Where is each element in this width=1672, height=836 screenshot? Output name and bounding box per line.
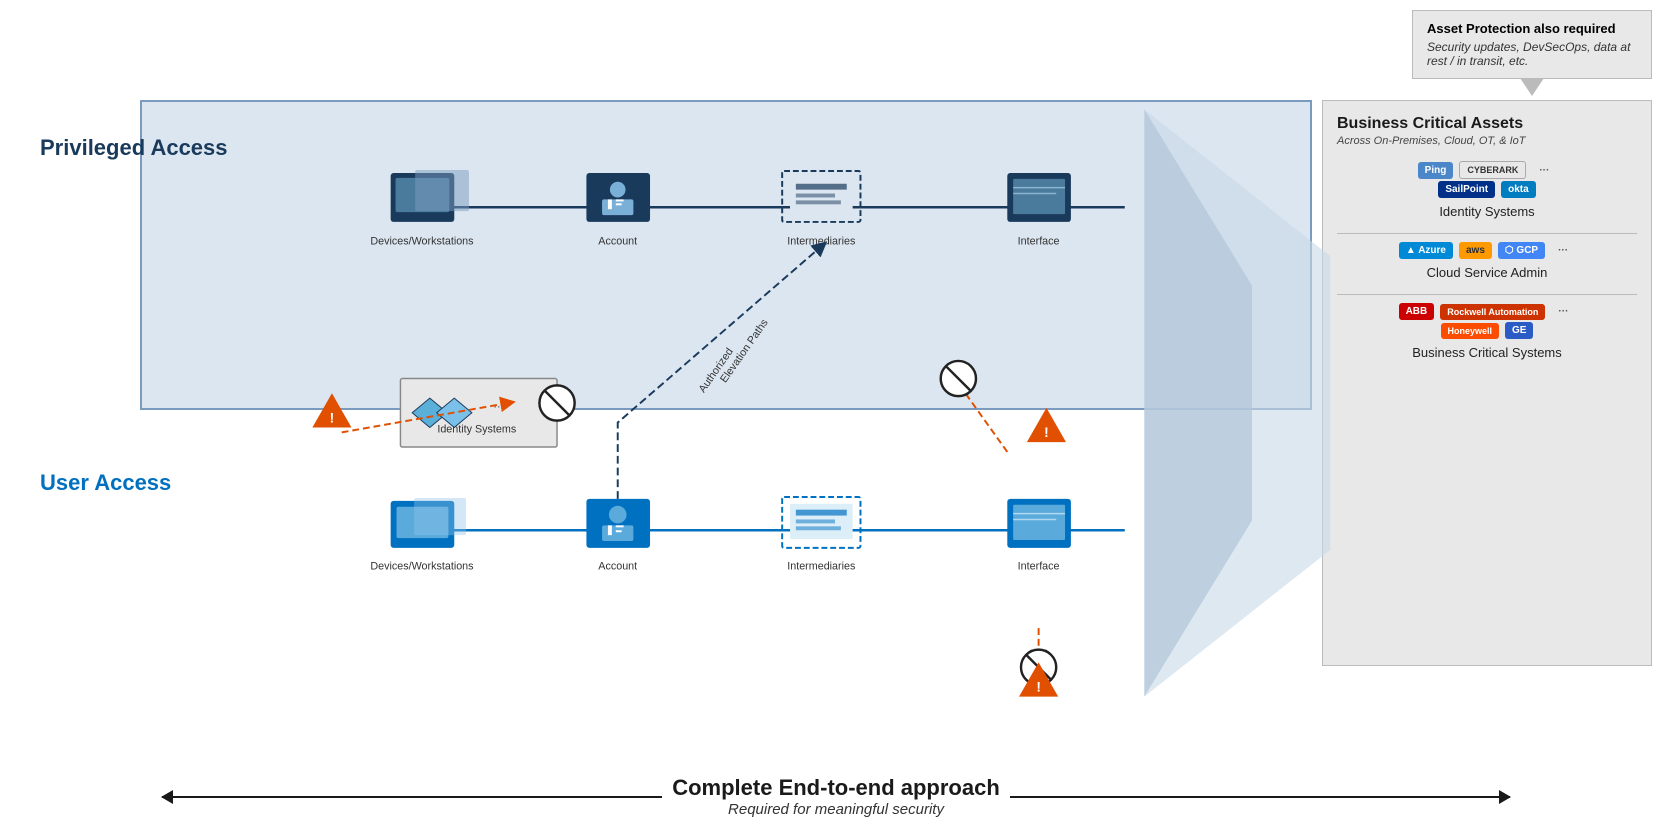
logo-dots-3: ··· <box>1551 303 1575 320</box>
user-devices-stand <box>404 540 438 544</box>
user-interface-label: Interface <box>1018 560 1060 572</box>
logo-cyberark: CYBERARK <box>1459 161 1526 179</box>
user-interface-screen <box>1013 505 1065 540</box>
callout-title: Asset Protection also required <box>1427 21 1637 36</box>
logo-abb: ABB <box>1399 303 1435 320</box>
logo-sailpoint: SailPoint <box>1438 181 1495 198</box>
user-inter-bar2 <box>796 519 835 523</box>
logo-ping: Ping <box>1418 162 1454 179</box>
user-inter-box <box>782 497 860 548</box>
user-account-icon <box>586 499 650 548</box>
bottom-title: Complete End-to-end approach <box>672 775 1000 801</box>
bottom-section: Complete End-to-end approach Required fo… <box>20 767 1652 826</box>
bca-divider-2 <box>1337 294 1637 295</box>
left-arrow <box>162 796 662 798</box>
warning-right <box>1027 408 1066 442</box>
bca-title: Business Critical Assets <box>1337 115 1637 133</box>
bca-systems-logos: ABB Rockwell Automation ··· <box>1337 303 1637 320</box>
bca-cloud-label: Cloud Service Admin <box>1337 265 1637 280</box>
user-account-line3 <box>616 530 622 532</box>
user-account-head <box>609 506 627 524</box>
warning-bottom-mark: ! <box>1036 680 1041 695</box>
identity-systems-label: Identity Systems <box>437 423 516 435</box>
logo-ge: GE <box>1505 322 1533 339</box>
user-devices-icon <box>391 501 455 548</box>
user-interface-icon <box>1007 499 1071 548</box>
no-symbol-bottom-line <box>1026 655 1051 680</box>
bca-cloud-logos: ▲ Azure aws ⬡ GCP ··· <box>1337 242 1637 259</box>
bca-systems-label: Business Critical Systems <box>1337 345 1637 360</box>
user-inter-bar1 <box>796 510 847 516</box>
bca-identity-label: Identity Systems <box>1337 204 1637 219</box>
asset-protection-callout: Asset Protection also required Security … <box>1412 10 1652 79</box>
bottom-subtitle: Required for meaningful security <box>672 801 1000 818</box>
main-container: Asset Protection also required Security … <box>0 0 1672 836</box>
bca-identity-section: Ping CYBERARK ··· SailPoint okta Identit… <box>1337 161 1637 219</box>
logo-aws: aws <box>1459 242 1492 259</box>
user-account-label: Account <box>598 560 637 572</box>
user-account-body <box>602 525 633 541</box>
callout-subtitle: Security updates, DevSecOps, data at res… <box>1427 40 1637 68</box>
logo-rockwell: Rockwell Automation <box>1440 304 1545 320</box>
bca-identity-logos: Ping CYBERARK ··· <box>1337 161 1637 179</box>
logo-okta: okta <box>1501 181 1536 198</box>
user-access-label: User Access <box>40 470 171 496</box>
bca-identity-logos2: SailPoint okta <box>1337 181 1637 198</box>
privileged-access-label: Privileged Access <box>40 135 228 161</box>
diagram-area: Privileged Access User Access Business C… <box>20 80 1652 726</box>
user-inter-bar3 <box>796 526 841 530</box>
warning-bottom <box>1019 662 1058 696</box>
logo-dots-2: ··· <box>1551 242 1575 259</box>
user-devices-icon2 <box>414 498 466 535</box>
bca-divider-1 <box>1337 233 1637 234</box>
no-symbol-bottom <box>1021 650 1056 685</box>
right-arrow <box>1010 796 1510 798</box>
user-devices-label: Devices/Workstations <box>370 560 473 572</box>
user-devices-base <box>414 544 429 547</box>
bca-cloud-section: ▲ Azure aws ⬡ GCP ··· Cloud Service Admi… <box>1337 242 1637 280</box>
user-inter-label: Intermediaries <box>787 560 855 572</box>
privileged-box <box>140 100 1312 410</box>
bca-subtitle: Across On-Premises, Cloud, OT, & IoT <box>1337 135 1637 147</box>
user-account-line1 <box>608 525 612 535</box>
user-account-line2 <box>616 525 624 527</box>
logo-honeywell: Honeywell <box>1441 323 1500 339</box>
user-devices-screen <box>397 507 449 538</box>
bca-systems-section: ABB Rockwell Automation ··· Honeywell GE… <box>1337 303 1637 360</box>
warning-right-mark: ! <box>1044 425 1049 440</box>
bca-panel: Business Critical Assets Across On-Premi… <box>1322 100 1652 666</box>
logo-dots-1: ··· <box>1532 162 1556 179</box>
warning-left-mark: ! <box>330 411 335 426</box>
logo-gcp: ⬡ GCP <box>1498 242 1545 259</box>
bca-systems-logos2: Honeywell GE <box>1337 322 1637 339</box>
user-inter-inner <box>790 504 853 539</box>
logo-azure: ▲ Azure <box>1399 242 1453 259</box>
bottom-arrows: Complete End-to-end approach Required fo… <box>20 775 1652 818</box>
